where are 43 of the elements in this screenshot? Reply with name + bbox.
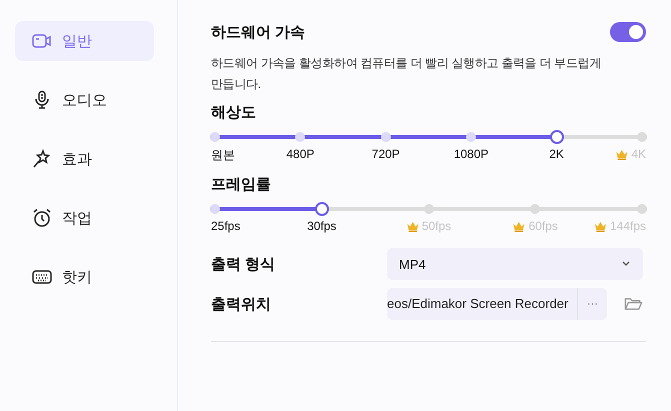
- folder-icon[interactable]: [624, 296, 643, 312]
- magic-wand-icon: [32, 149, 52, 169]
- sidebar-item[interactable]: 효과: [15, 139, 154, 179]
- crown-icon: [615, 148, 628, 160]
- sidebar-item[interactable]: 일반: [15, 21, 154, 61]
- format-dropdown[interactable]: MP4: [387, 248, 643, 280]
- slider-label: 4K: [631, 147, 646, 161]
- slider-label: 144fps: [610, 219, 646, 233]
- slider-stop-dot[interactable]: [637, 132, 647, 142]
- crown-icon: [512, 220, 526, 232]
- slider-label: 60fps: [528, 219, 558, 233]
- slider-stop-dot[interactable]: [295, 132, 306, 142]
- slider-label: 2K: [549, 147, 564, 161]
- slider-label: 1080P: [454, 147, 489, 161]
- slider-handle[interactable]: [314, 202, 329, 216]
- slider-label: 25fps: [211, 219, 240, 233]
- setting-title: 하드웨어 가속: [211, 22, 306, 42]
- sidebar-item[interactable]: 오디오: [15, 80, 154, 120]
- slider-stop-dot[interactable]: [210, 204, 220, 214]
- slider-stop-dot[interactable]: [380, 132, 391, 142]
- slider-label: 원본: [211, 147, 235, 164]
- slider-label: 720P: [372, 147, 400, 161]
- slider-stop-dot[interactable]: [466, 132, 476, 142]
- setting-label: 출력 형식: [211, 254, 276, 274]
- setting-label: 출력위치: [211, 294, 272, 314]
- slider-label: 480P: [286, 147, 314, 161]
- crown-icon: [594, 220, 607, 232]
- sidebar-item[interactable]: 핫키: [15, 257, 154, 297]
- chevron-down-icon: [621, 261, 631, 267]
- slider-stop-dot[interactable]: [424, 204, 434, 214]
- alarm-clock-icon: [32, 208, 52, 228]
- sidebar-item[interactable]: 작업: [15, 198, 154, 238]
- setting-title: 해상도: [211, 103, 257, 122]
- slider-stop-dot[interactable]: [637, 204, 647, 214]
- toggle-switch[interactable]: [610, 22, 646, 42]
- setting-title: 프레임률: [211, 175, 272, 194]
- description-text: 하드웨어 가속을 활성화하여 컴퓨터를 더 빨리 실행하고 출력을 더 부드럽게 만듭니다.: [211, 55, 602, 93]
- slider-stop-dot[interactable]: [530, 204, 540, 214]
- slider-label: 50fps: [422, 219, 452, 233]
- crown-icon: [406, 220, 419, 232]
- slider-stop-dot[interactable]: [210, 132, 220, 142]
- slider-handle[interactable]: [550, 130, 564, 144]
- slider-label: 30fps: [307, 219, 336, 233]
